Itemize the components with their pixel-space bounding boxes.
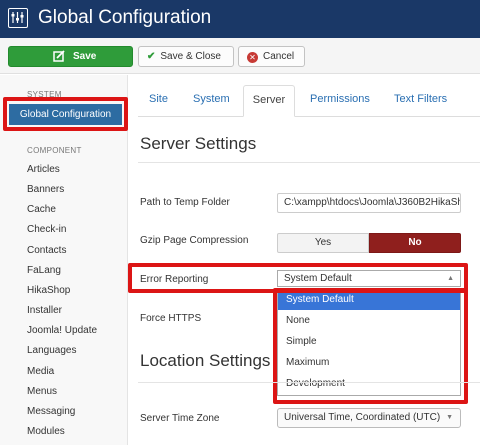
sidebar-item-cache[interactable]: Cache	[27, 204, 56, 216]
location-settings-title: Location Settings	[140, 351, 271, 370]
tab-server[interactable]: Server	[243, 85, 295, 117]
sidebar-item-banners[interactable]: Banners	[27, 184, 64, 196]
page-title: Global Configuration	[38, 7, 212, 28]
tab-permissions[interactable]: Permissions	[310, 85, 370, 117]
sidebar-item-modules[interactable]: Modules	[27, 426, 65, 438]
temp-folder-label: Path to Temp Folder	[140, 197, 230, 208]
tab-site[interactable]: Site	[149, 85, 168, 117]
sliders-icon	[8, 8, 28, 28]
sidebar-item-check-in[interactable]: Check-in	[27, 224, 66, 236]
force-https-label: Force HTTPS	[140, 313, 202, 324]
save-close-label: Save & Close	[160, 51, 221, 62]
sidebar-item-falang[interactable]: FaLang	[27, 265, 61, 277]
highlight-outline-dropdown	[273, 288, 468, 404]
highlight-outline-global-configuration	[3, 97, 128, 131]
sidebar-item-articles[interactable]: Articles	[27, 164, 60, 176]
app-header: Global Configuration	[0, 0, 480, 38]
sidebar-item-joomla-update[interactable]: Joomla! Update	[27, 325, 97, 337]
server-timezone-select[interactable]: Universal Time, Coordinated (UTC) ▼	[277, 408, 461, 428]
check-icon: ✔	[147, 51, 156, 62]
tab-bar: Site System Server Permissions Text Filt…	[138, 83, 480, 117]
save-button[interactable]: Save	[8, 46, 133, 67]
sidebar-item-hikashop[interactable]: HikaShop	[27, 285, 70, 297]
cancel-icon: ✕	[247, 52, 258, 63]
divider	[138, 162, 480, 163]
server-timezone-value: Universal Time, Coordinated (UTC)	[284, 412, 441, 423]
gzip-yes-button[interactable]: Yes	[277, 233, 369, 253]
caret-down-icon: ▼	[446, 414, 453, 421]
gzip-label: Gzip Page Compression	[140, 235, 249, 246]
divider	[138, 382, 480, 383]
edit-icon	[53, 47, 65, 73]
temp-folder-input[interactable]: C:\xampp\htdocs\Joomla\J360B2HikaShopTmp	[277, 193, 461, 213]
gzip-no-button[interactable]: No	[369, 233, 461, 253]
sidebar-item-languages[interactable]: Languages	[27, 345, 77, 357]
tab-text-filters[interactable]: Text Filters	[394, 85, 447, 117]
save-close-button[interactable]: ✔ Save & Close	[138, 46, 234, 67]
toolbar: Save ✔ Save & Close ✕ Cancel	[0, 38, 480, 74]
sidebar-heading-component: COMPONENT	[27, 146, 82, 155]
server-settings-title: Server Settings	[140, 134, 257, 153]
sidebar-item-messaging[interactable]: Messaging	[27, 406, 75, 418]
sidebar-item-installer[interactable]: Installer	[27, 305, 62, 317]
server-timezone-label: Server Time Zone	[140, 413, 220, 424]
sidebar-item-media[interactable]: Media	[27, 366, 54, 378]
save-label: Save	[73, 51, 97, 62]
cancel-button[interactable]: ✕ Cancel	[238, 46, 305, 67]
sidebar-item-menus[interactable]: Menus	[27, 386, 57, 398]
cancel-label: Cancel	[263, 51, 295, 62]
tab-system[interactable]: System	[193, 85, 230, 117]
sidebar-item-contacts[interactable]: Contacts	[27, 245, 66, 257]
